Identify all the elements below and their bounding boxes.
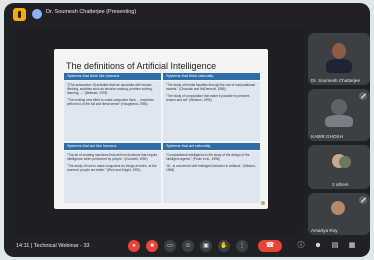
table-header: Systems that act rationally bbox=[163, 143, 260, 150]
present-button[interactable]: ▣ bbox=[200, 240, 212, 252]
definition-text: "Computational intelligence is the study… bbox=[166, 153, 250, 162]
definition-text: "The study of computation that make it p… bbox=[166, 93, 251, 102]
participant-name: KABIR GHOSH bbox=[311, 134, 343, 139]
participant-video bbox=[331, 99, 347, 115]
participant-name: Amartya Roy bbox=[311, 228, 338, 233]
people-button[interactable]: ☻ bbox=[314, 242, 322, 250]
slide-corner-mark bbox=[261, 201, 265, 205]
presentation-stage: The definitions of Artificial Intelligen… bbox=[14, 27, 304, 235]
table-cell: "Computational intelligence is the study… bbox=[163, 151, 260, 203]
participant-video bbox=[332, 43, 346, 59]
more-options-button[interactable]: ⋮ bbox=[236, 240, 248, 252]
meeting-info: 14:11 | Technical Webinar - 33 bbox=[16, 243, 90, 249]
captions-button[interactable]: ▭ bbox=[164, 240, 176, 252]
raise-hand-button[interactable]: ✋ bbox=[218, 240, 230, 252]
definition-text: "The exciting new effort to make compute… bbox=[67, 98, 154, 107]
participant-video bbox=[325, 115, 353, 127]
participant-avatar bbox=[339, 156, 351, 168]
presenter-avatar bbox=[32, 9, 42, 19]
people-icon: ☻ bbox=[314, 242, 322, 249]
captions-icon: ▭ bbox=[167, 243, 173, 249]
mic-toggle-button[interactable]: ● bbox=[128, 240, 140, 252]
participant-name: 2 others bbox=[332, 182, 349, 187]
meeting-window: Dr. Soumesh Chatterjee (Presenting) The … bbox=[4, 3, 370, 257]
definition-text: "The study of how to make computers do t… bbox=[67, 163, 157, 172]
slide-title: The definitions of Artificial Intelligen… bbox=[66, 61, 217, 71]
participant-tile[interactable]: Amartya Roy bbox=[308, 193, 370, 235]
more-vert-icon: ⋮ bbox=[239, 243, 245, 249]
meeting-details-button[interactable]: ⓘ bbox=[297, 242, 305, 250]
camera-off-icon: ■ bbox=[150, 243, 154, 249]
separator: | bbox=[30, 243, 33, 249]
mic-off-icon bbox=[359, 92, 367, 100]
table-header: Systems that think rationally bbox=[163, 73, 260, 80]
bottom-bar: 14:11 | Technical Webinar - 33 ● ■ ▭ ☺ ▣… bbox=[4, 235, 370, 257]
leave-call-button[interactable]: ☎ bbox=[258, 240, 282, 252]
mic-off-icon bbox=[359, 196, 367, 204]
meeting-time: 14:11 bbox=[16, 243, 30, 249]
table-header: Systems that think like humans bbox=[64, 73, 161, 80]
definition-text: "The art of creating machines that perfo… bbox=[67, 153, 158, 162]
presenter-label: Dr. Soumesh Chatterjee (Presenting) bbox=[46, 9, 137, 15]
chat-icon: ▤ bbox=[331, 242, 339, 249]
definition-text: "AI...is concerned with intelligent beha… bbox=[166, 163, 256, 172]
participant-video bbox=[331, 201, 345, 215]
activities-icon: ▦ bbox=[348, 242, 356, 249]
definition-text: "[The automation of] activities that we … bbox=[67, 83, 153, 96]
hand-icon: ✋ bbox=[220, 243, 228, 249]
participant-name: Dr. Soumesh Chatterjee bbox=[311, 78, 361, 83]
reactions-button[interactable]: ☺ bbox=[182, 240, 194, 252]
shared-slide: The definitions of Artificial Intelligen… bbox=[54, 49, 268, 209]
mic-off-icon: ● bbox=[132, 243, 136, 249]
camera-toggle-button[interactable]: ■ bbox=[146, 240, 158, 252]
info-icon: ⓘ bbox=[297, 242, 305, 249]
participant-tile[interactable]: 2 others bbox=[308, 145, 370, 189]
participant-tile[interactable]: Dr. Soumesh Chatterjee bbox=[308, 33, 370, 85]
end-call-icon: ☎ bbox=[265, 242, 275, 249]
definition-text: "The study of mental faculties through t… bbox=[166, 83, 256, 92]
table-cell: "The study of mental faculties through t… bbox=[163, 81, 260, 141]
meeting-name: Technical Webinar - 33 bbox=[33, 243, 90, 249]
participant-video bbox=[326, 59, 352, 73]
table-cell: "The art of creating machines that perfo… bbox=[64, 151, 161, 203]
chat-button[interactable]: ▤ bbox=[331, 242, 339, 250]
activities-button[interactable]: ▦ bbox=[348, 242, 356, 250]
table-cell: "[The automation of] activities that we … bbox=[64, 81, 161, 141]
participant-tile[interactable]: KABIR GHOSH bbox=[308, 89, 370, 141]
top-bar: Dr. Soumesh Chatterjee (Presenting) bbox=[4, 3, 370, 25]
present-screen-icon: ▣ bbox=[203, 243, 209, 249]
app-logo-icon bbox=[13, 8, 26, 21]
emoji-icon: ☺ bbox=[184, 243, 192, 249]
table-header: Systems that act like humans bbox=[64, 143, 161, 150]
